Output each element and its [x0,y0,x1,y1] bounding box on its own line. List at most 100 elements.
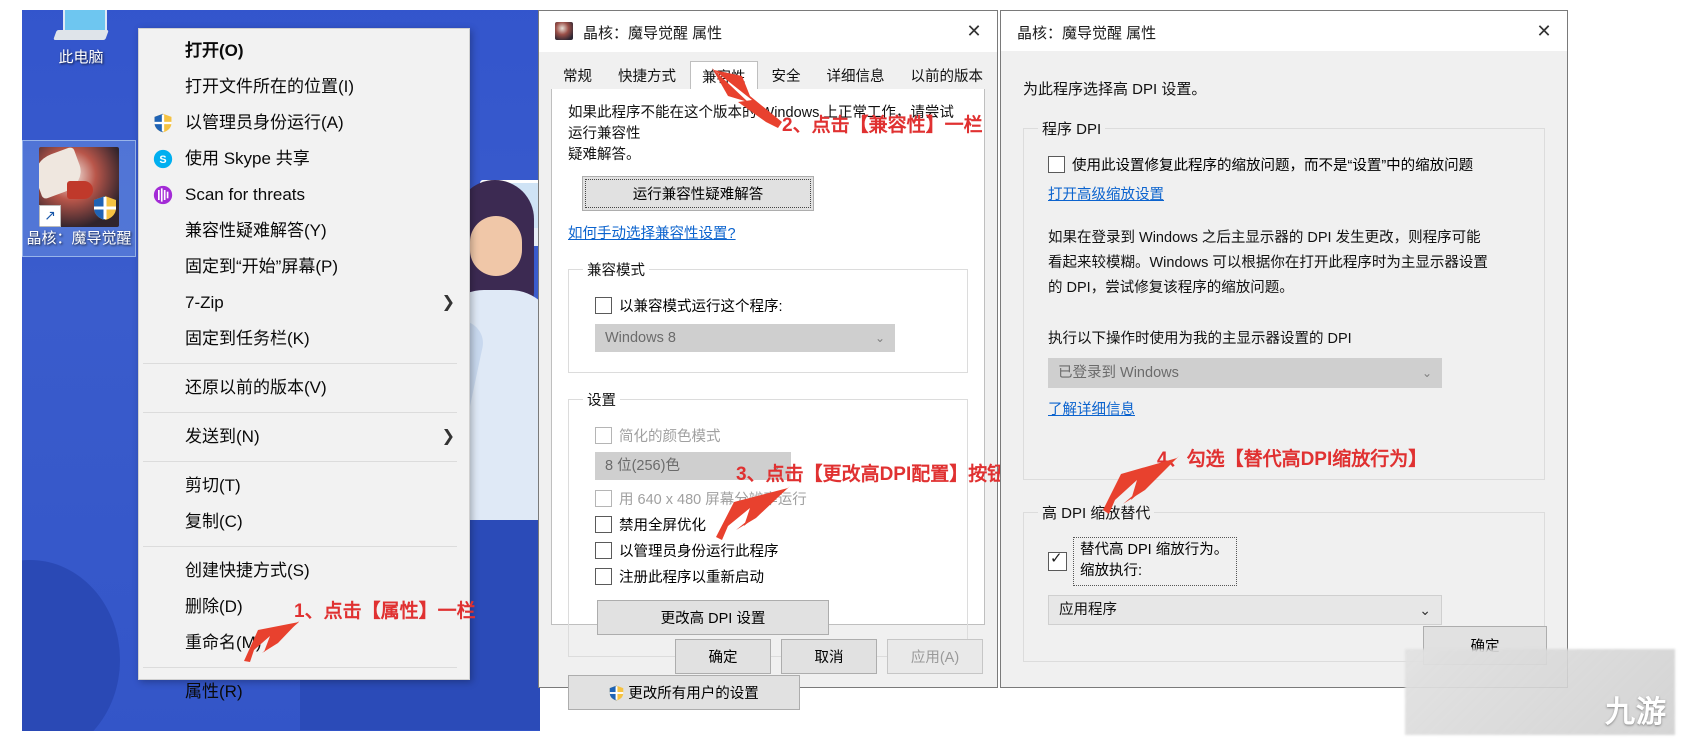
override-high-dpi-label-box: 替代高 DPI 缩放行为。 缩放执行: [1072,537,1238,586]
properties-dialog-footer: 确定 取消 应用(A) [539,625,997,687]
menu-item-label: 使用 Skype 共享 [185,149,310,168]
menu-item-label: Scan for threats [185,185,306,204]
disable-fullscreen-optimizations-checkbox[interactable] [595,516,612,533]
tab-general[interactable]: 常规 [551,60,604,92]
menu-item-scan-for-threats[interactable]: Scan for threats [139,177,469,213]
menu-item-run-as-administrator[interactable]: 以管理员身份运行(A) [139,105,469,141]
scaling-performed-by-select[interactable]: 应用程序 ⌄ [1048,595,1442,625]
menu-item-send-to[interactable]: 发送到(N) ❯ [139,419,469,455]
desktop-icon-this-pc[interactable]: 此电脑 [26,2,136,67]
page-margin-left [0,0,22,739]
register-restart-checkbox[interactable] [595,568,612,585]
run-compatibility-mode-row[interactable]: 以兼容模式运行这个程序: [595,295,953,316]
high-dpi-heading: 为此程序选择高 DPI 设置。 [1023,81,1207,98]
game-thumbnail-icon: ↗ [39,147,119,227]
primary-monitor-dpi-caption: 执行以下操作时使用为我的主显示器设置的 DPI [1048,331,1352,347]
menu-separator [143,412,457,413]
menu-item-restore-previous-versions[interactable]: 还原以前的版本(V) [139,370,469,406]
manual-compatibility-settings-link[interactable]: 如何手动选择兼容性设置? [568,226,736,242]
menu-item-properties[interactable]: 属性(R) [139,674,469,710]
menu-separator [143,546,457,547]
override-high-dpi-label-line-1: 替代高 DPI 缩放行为。 [1080,542,1229,558]
annotation-arrow-3 [716,486,790,540]
compatibility-mode-select[interactable]: Windows 8 ⌄ [595,324,895,352]
use-this-setting-label: 使用此设置修复此程序的缩放问题，而不是“设置”中的缩放问题 [1072,158,1474,174]
cancel-button[interactable]: 取消 [781,638,877,674]
menu-item-share-with-skype[interactable]: S 使用 Skype 共享 [139,141,469,177]
tab-previous-versions[interactable]: 以前的版本 [899,60,996,92]
annotation-arrow-4 [1103,456,1179,514]
primary-monitor-dpi-select[interactable]: 已登录到 Windows ⌄ [1048,358,1442,388]
ok-button[interactable]: 确定 [675,638,771,674]
high-dpi-dialog-title: 晶核：魔导觉醒 属性 [1017,25,1157,42]
high-dpi-dialog-body: 为此程序选择高 DPI 设置。 程序 DPI 使用此设置修复此程序的缩放问题，而… [1001,51,1567,687]
menu-item-label: 发送到(N) [185,427,260,446]
apply-button: 应用(A) [887,638,983,674]
chevron-down-icon: ⌄ [874,331,885,345]
menu-item-7zip[interactable]: 7-Zip ❯ [139,285,469,321]
run-compatibility-troubleshooter-button[interactable]: 运行兼容性疑难解答 [582,176,814,211]
screenshot-root: 此电脑 ↗ 晶核：魔导觉醒 打开(O) 打开文件所在的位置(I) 以管理员身份运… [0,0,1681,739]
menu-item-label: 打开(O) [185,41,244,60]
menu-item-label: 删除(D) [185,597,243,616]
menu-item-cut[interactable]: 剪切(T) [139,468,469,504]
close-icon[interactable]: ✕ [1521,11,1567,51]
menu-item-label: 复制(C) [185,512,243,531]
menu-item-label: 7-Zip [185,293,224,312]
properties-dialog-title: 晶核：魔导觉醒 属性 [583,25,723,42]
app-icon [555,22,573,40]
menu-item-create-shortcut[interactable]: 创建快捷方式(S) [139,553,469,589]
color-depth-select-value: 8 位(256)色 [605,458,680,474]
program-dpi-group: 程序 DPI 使用此设置修复此程序的缩放问题，而不是“设置”中的缩放问题 打开高… [1023,118,1545,480]
menu-item-pin-to-taskbar[interactable]: 固定到任务栏(K) [139,321,469,357]
menu-separator [143,363,457,364]
menu-item-copy[interactable]: 复制(C) [139,504,469,540]
menu-item-open[interactable]: 打开(O) [139,33,469,69]
menu-item-rename[interactable]: 重命名(M) [139,625,469,661]
reduced-color-mode-checkbox[interactable] [595,427,612,444]
learn-more-link[interactable]: 了解详细信息 [1048,402,1135,418]
annotation-arrow-2 [712,68,782,128]
program-dpi-description-line-1: 如果在登录到 Windows 之后主显示器的 DPI 发生更改，则程序可能 [1048,230,1481,246]
primary-monitor-dpi-select-value: 已登录到 Windows [1058,365,1179,381]
register-restart-row[interactable]: 注册此程序以重新启动 [595,566,953,587]
use-this-setting-row[interactable]: 使用此设置修复此程序的缩放问题，而不是“设置”中的缩放问题 [1048,154,1530,175]
high-dpi-dialog-titlebar: 晶核：魔导觉醒 属性 ✕ [1001,11,1567,52]
register-restart-label: 注册此程序以重新启动 [619,570,764,586]
menu-separator [143,461,457,462]
desktop-icon-game-shortcut[interactable]: ↗ 晶核：魔导觉醒 [22,140,136,257]
context-menu[interactable]: 打开(O) 打开文件所在的位置(I) 以管理员身份运行(A) S 使用 Skyp… [138,28,470,701]
menu-item-label: 以管理员身份运行(A) [185,113,344,132]
override-high-dpi-row[interactable]: 替代高 DPI 缩放行为。 缩放执行: [1048,537,1530,586]
compatibility-intro-line-2: 疑难解答。 [568,147,641,163]
shield-icon [154,113,172,133]
desktop-icon-label: 此电脑 [58,49,104,66]
desktop-icon-label: 晶核：魔导觉醒 [26,230,132,247]
chevron-right-icon: ❯ [441,294,455,311]
tab-details[interactable]: 详细信息 [815,60,897,92]
open-advanced-scaling-settings-link[interactable]: 打开高级缩放设置 [1048,187,1164,203]
menu-item-label: 创建快捷方式(S) [185,561,310,580]
run-as-admin-checkbox[interactable] [595,542,612,559]
run-compatibility-mode-checkbox[interactable] [595,297,612,314]
tab-shortcut[interactable]: 快捷方式 [606,60,688,92]
shield-icon [94,196,116,220]
shield-icon [609,685,624,701]
reduced-color-mode-row[interactable]: 简化的颜色模式 [595,425,953,446]
menu-item-open-file-location[interactable]: 打开文件所在的位置(I) [139,69,469,105]
override-high-dpi-checkbox[interactable] [1048,549,1067,571]
menu-item-label: 还原以前的版本(V) [185,378,327,397]
menu-item-pin-to-start[interactable]: 固定到“开始”屏幕(P) [139,249,469,285]
override-high-dpi-label-line-2: 缩放执行: [1080,563,1143,579]
menu-item-label: 兼容性疑难解答(Y) [185,221,327,240]
disable-fullscreen-optimizations-label: 禁用全屏优化 [619,518,706,534]
menu-item-compatibility-troubleshoot[interactable]: 兼容性疑难解答(Y) [139,213,469,249]
svg-text:S: S [159,154,166,166]
program-dpi-description: 如果在登录到 Windows 之后主显示器的 DPI 发生更改，则程序可能 看起… [1048,226,1530,301]
scan-icon [153,185,173,205]
run-640x480-checkbox[interactable] [595,490,612,507]
compatibility-mode-group: 兼容模式 以兼容模式运行这个程序: Windows 8 ⌄ [568,259,968,373]
close-icon[interactable]: ✕ [951,11,997,51]
use-this-setting-checkbox[interactable] [1048,156,1065,173]
program-dpi-legend: 程序 DPI [1042,121,1102,138]
